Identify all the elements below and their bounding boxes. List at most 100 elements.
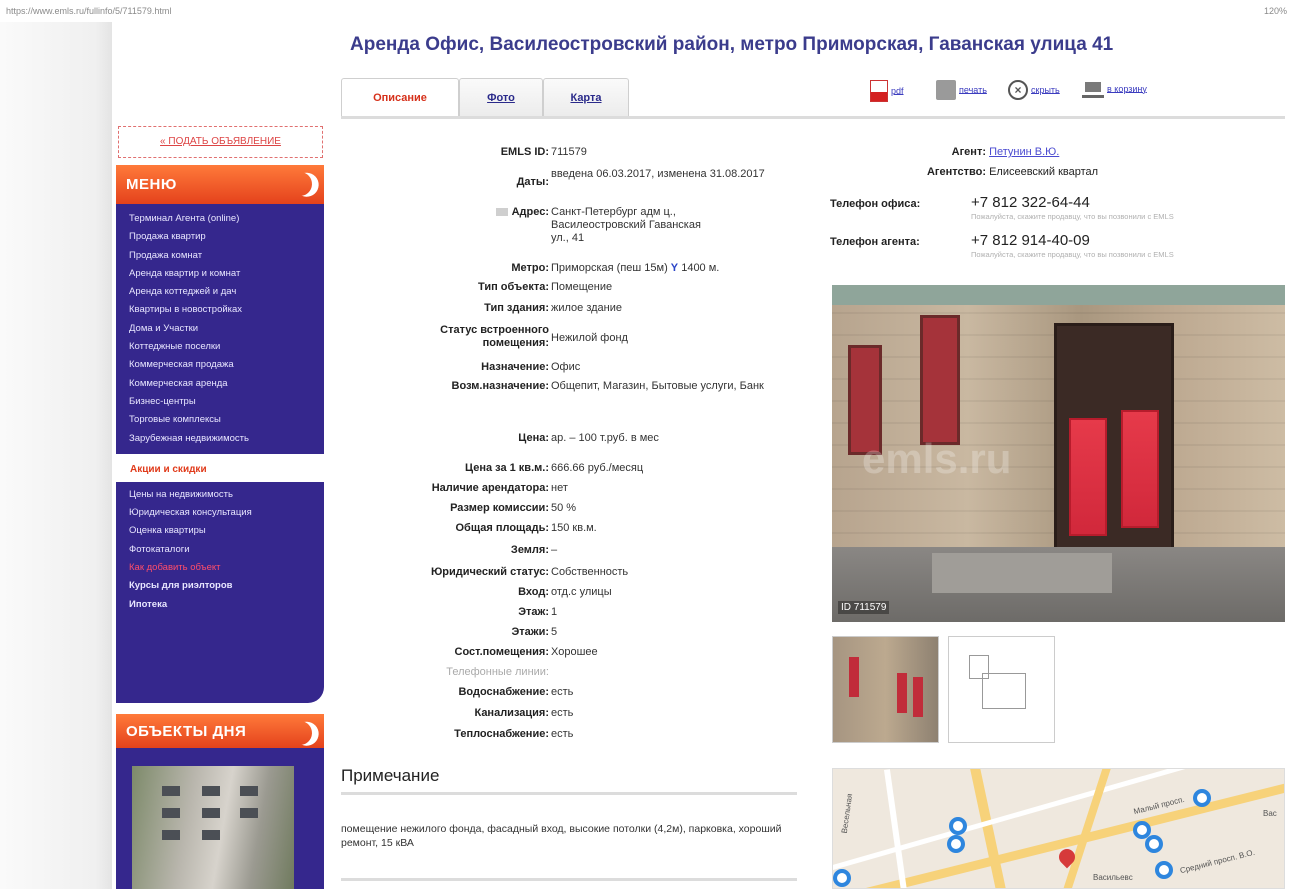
detail-value: Собственность [551, 566, 629, 578]
agent-link[interactable]: Петунин В.Ю. [989, 146, 1059, 158]
tab-underline [341, 116, 1285, 119]
close-icon: × [1008, 80, 1028, 100]
detail-key: Наличие арендатора: [431, 482, 549, 494]
sidebar-item-add-object[interactable]: Как добавить объект [129, 559, 324, 577]
agent-phone-note: Пожалуйста, скажите продавцу, что вы поз… [971, 250, 1174, 259]
detail-key: Назначение: [481, 361, 549, 373]
sidebar-item-houses[interactable]: Дома и Участки [129, 320, 324, 338]
detail-key: Этажи: [511, 626, 549, 638]
sidebar-item-photo-catalogs[interactable]: Фотокаталоги [129, 541, 324, 559]
browser-address-bar[interactable]: https://www.emls.ru/fullinfo/5/711579.ht… [0, 0, 1295, 22]
sidebar-item-agent-terminal[interactable]: Терминал Агента (online) [129, 210, 324, 228]
agency-label: Агентство: [926, 166, 986, 178]
detail-key: Теплоснабжение: [454, 728, 549, 740]
objects-title: ОБЪЕКТЫ ДНЯ [126, 723, 247, 740]
map-road [883, 769, 909, 888]
promo-band[interactable]: Акции и скидки [116, 453, 324, 482]
tab-map[interactable]: Карта [543, 78, 629, 116]
detail-value: Общепит, Магазин, Бытовые услуги, Банк [551, 380, 764, 392]
promo-link[interactable]: Акции и скидки [130, 464, 207, 475]
cart-label: в корзину [1107, 84, 1147, 94]
map-pin[interactable] [949, 817, 967, 835]
photo-top [832, 285, 1285, 305]
url-text[interactable]: https://www.emls.ru/fullinfo/5/711579.ht… [6, 6, 171, 16]
agency-name: Елисеевский квартал [989, 166, 1099, 178]
detail-key: Канализация: [474, 707, 549, 719]
post-ad-link[interactable]: « ПОДАТЬ ОБЪЯВЛЕНИЕ [118, 126, 323, 158]
print-icon [936, 80, 956, 100]
sidebar-item-new-buildings[interactable]: Квартиры в новостройках [129, 301, 324, 319]
pdf-button[interactable]: pdf [870, 80, 904, 104]
sidebar-item-commercial-rent[interactable]: Коммерческая аренда [129, 375, 324, 393]
notes-title: Примечание [341, 766, 440, 785]
detail-key: Сост.помещения: [454, 646, 549, 658]
object-of-day-photo[interactable] [132, 766, 294, 889]
map-pin[interactable] [833, 869, 851, 887]
add-to-cart-button[interactable]: в корзину [1082, 80, 1147, 104]
detail-value: Помещение [551, 281, 613, 293]
sidebar-item-legal[interactable]: Юридическая консультация [129, 504, 324, 522]
floorplan-thumbnail[interactable] [948, 636, 1055, 743]
map-pin[interactable] [1155, 861, 1173, 879]
detail-value: есть [551, 728, 574, 740]
sidebar-item-flats-sale[interactable]: Продажа квартир [129, 228, 324, 246]
map-pin[interactable] [947, 835, 965, 853]
photo-poster [1121, 410, 1159, 528]
detail-key: Статус встроенного помещения: [440, 324, 549, 349]
sidebar-item-business-centers[interactable]: Бизнес-центры [129, 393, 324, 411]
print-button[interactable]: печать [936, 80, 987, 104]
office-phone-note: Пожалуйста, скажите продавцу, что вы поз… [971, 212, 1174, 221]
agent-phone-label: Телефон агента: [830, 236, 920, 248]
photo-thumbnail[interactable] [832, 636, 939, 743]
map-pin[interactable] [1145, 835, 1163, 853]
detail-key: Возм.назначение: [451, 380, 549, 392]
detail-key: Размер комиссии: [450, 502, 549, 514]
sidebar-item-cottage-villages[interactable]: Коттеджные поселки [129, 338, 324, 356]
office-phone[interactable]: +7 812 322-64-44 [971, 194, 1090, 211]
sidebar-item-foreign[interactable]: Зарубежная недвижимость [129, 430, 324, 448]
detail-value: 50 % [551, 502, 577, 514]
print-label: печать [959, 85, 987, 95]
detail-value: введена 06.03.2017, изменена 31.08.2017 [551, 168, 765, 180]
page-title: Аренда Офис, Василеостровский район, мет… [350, 34, 1114, 55]
cart-icon [1082, 80, 1104, 98]
detail-key: Цена за 1 кв.м.: [465, 462, 549, 474]
sidebar-item-shopping-complexes[interactable]: Торговые комплексы [129, 411, 324, 429]
sidebar-item-cottages-rent[interactable]: Аренда коттеджей и дач [129, 283, 324, 301]
detail-key: Водоснабжение: [458, 686, 549, 698]
agent-row: Агент: Петунин В.Ю. [906, 146, 1060, 158]
detail-value: Хорошее [551, 646, 598, 658]
detail-value: ар. – 100 т.руб. в мес [551, 432, 659, 444]
menu-list: Терминал Агента (online) Продажа квартир… [116, 204, 324, 614]
photo-id-label: ID 711579 [838, 601, 890, 614]
agent-phone[interactable]: +7 812 914-40-09 [971, 232, 1090, 249]
map-pin[interactable] [1193, 789, 1211, 807]
menu-header: МЕНЮ [116, 165, 324, 204]
sidebar-menu: МЕНЮ Терминал Агента (online) Продажа кв… [116, 165, 324, 703]
map-icon[interactable] [495, 208, 508, 217]
tab-photo[interactable]: Фото [459, 78, 543, 116]
detail-value: 5 [551, 626, 558, 638]
sidebar-item-rooms-sale[interactable]: Продажа комнат [129, 247, 324, 265]
location-map[interactable]: Васильевс Средний просп. В.О. Малый прос… [832, 768, 1285, 889]
sidebar-item-commercial-sale[interactable]: Коммерческая продажа [129, 356, 324, 374]
left-page-margin [0, 22, 112, 889]
map-label: Вас [1263, 809, 1277, 818]
photo-poster [1069, 418, 1107, 536]
main-photo[interactable]: emls.ru ID 711579 [832, 285, 1285, 622]
detail-key: Земля: [510, 544, 549, 556]
hide-button[interactable]: × скрыть [1008, 80, 1060, 104]
detail-key: Этаж: [518, 606, 549, 618]
sidebar-item-flats-rent[interactable]: Аренда квартир и комнат [129, 265, 324, 283]
moon-icon [285, 169, 316, 200]
tab-description[interactable]: Описание [341, 78, 459, 118]
sidebar-item-valuation[interactable]: Оценка квартиры [129, 522, 324, 540]
photo-window [920, 315, 960, 445]
sidebar-item-courses[interactable]: Курсы для риэлторов [129, 577, 324, 595]
detail-value: 1 [551, 606, 558, 618]
zoom-level[interactable]: 120% [1264, 6, 1287, 16]
sidebar-item-mortgage[interactable]: Ипотека [129, 596, 324, 614]
detail-value: есть [551, 707, 574, 719]
sidebar-item-prices[interactable]: Цены на недвижимость [129, 486, 324, 504]
detail-value: – [551, 544, 558, 556]
